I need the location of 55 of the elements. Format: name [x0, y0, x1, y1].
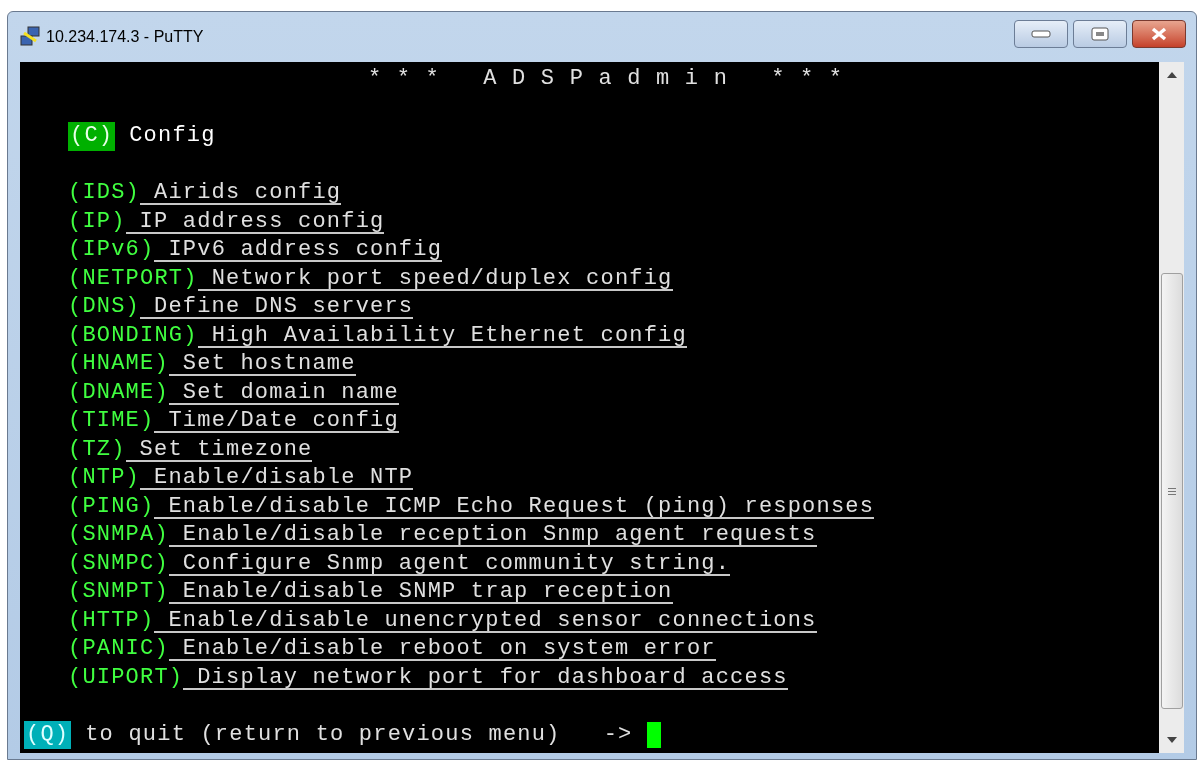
prompt-text: to quit (return to previous menu) -> — [85, 720, 633, 749]
menu-option[interactable]: Enable/disable SNMP trap reception — [168, 578, 673, 604]
menu-option[interactable]: High Availability Ethernet config — [197, 321, 687, 348]
banner-text: * * * A D S P a d m i n * * * — [368, 66, 844, 91]
menu-key: (NETPORT) — [68, 264, 198, 293]
minimize-button[interactable] — [1014, 20, 1068, 48]
menu-option[interactable]: Set hostname — [168, 350, 356, 376]
close-icon — [1150, 27, 1168, 41]
scrollbar-thumb[interactable] — [1160, 273, 1183, 709]
scroll-down-icon[interactable] — [1166, 737, 1177, 743]
scroll-up-icon[interactable] — [1166, 72, 1177, 78]
menu-key: (IP) — [68, 207, 126, 236]
menu-key: (SNMPA) — [68, 521, 169, 550]
menu-key: (IDS) — [68, 179, 140, 208]
menu-key: (TZ) — [68, 435, 126, 464]
maximize-button[interactable] — [1073, 20, 1127, 48]
menu-key: (DNAME) — [68, 378, 169, 407]
menu-option[interactable]: Enable/disable unencrypted sensor connections — [154, 606, 817, 633]
menu-option[interactable]: IPv6 address config — [154, 236, 443, 262]
menu-option[interactable]: Enable/disable ICMP Echo Request (ping) responses — [154, 492, 875, 519]
menu-option[interactable]: Airids config — [140, 179, 342, 205]
grip-icon — [1167, 487, 1176, 495]
menu-option[interactable]: Set domain name — [168, 378, 399, 405]
menu-key: (NTP) — [68, 464, 140, 493]
menu-option[interactable]: Time/Date config — [154, 407, 399, 433]
menu-key: (HTTP) — [68, 606, 155, 635]
menu-key: (HNAME) — [68, 350, 169, 379]
menu-key: (TIME) — [68, 407, 155, 436]
cursor — [646, 721, 661, 748]
menu-option[interactable]: Display network port for dashboard access — [183, 663, 788, 690]
menu-key: (BONDING) — [68, 321, 198, 350]
menu-title: Config — [129, 122, 216, 150]
minimize-icon — [1031, 30, 1051, 38]
menu-option[interactable]: Enable/disable reception Snmp agent requests — [168, 521, 817, 547]
menu-key: (SNMPT) — [68, 578, 169, 607]
menu-option[interactable]: Network port speed/duplex config — [197, 264, 673, 291]
menu-option[interactable]: Enable/disable reboot on system error — [168, 635, 716, 661]
menu-key-highlight: (C) — [68, 122, 116, 151]
maximize-icon — [1091, 27, 1109, 41]
menu-option[interactable]: IP address config — [125, 207, 385, 234]
window-title: 10.234.174.3 - PuTTY — [46, 27, 204, 47]
menu-option[interactable]: Configure Snmp agent community string. — [168, 549, 731, 576]
quit-key-highlight: (Q) — [24, 720, 72, 749]
menu-key: (SNMPC) — [68, 549, 169, 578]
computers-icon — [18, 25, 42, 49]
menu-key: (PING) — [68, 492, 155, 521]
menu-option[interactable]: Define DNS servers — [140, 293, 414, 319]
menu-key: (IPv6) — [68, 236, 155, 265]
close-button[interactable] — [1132, 20, 1186, 48]
menu-option[interactable]: Set timezone — [125, 435, 313, 462]
menu-key: (PANIC) — [68, 635, 169, 664]
menu-key: (UIPORT) — [68, 663, 184, 692]
menu-option[interactable]: Enable/disable NTP — [140, 464, 414, 490]
menu-key: (DNS) — [68, 293, 140, 322]
scrollbar[interactable] — [1159, 62, 1184, 753]
